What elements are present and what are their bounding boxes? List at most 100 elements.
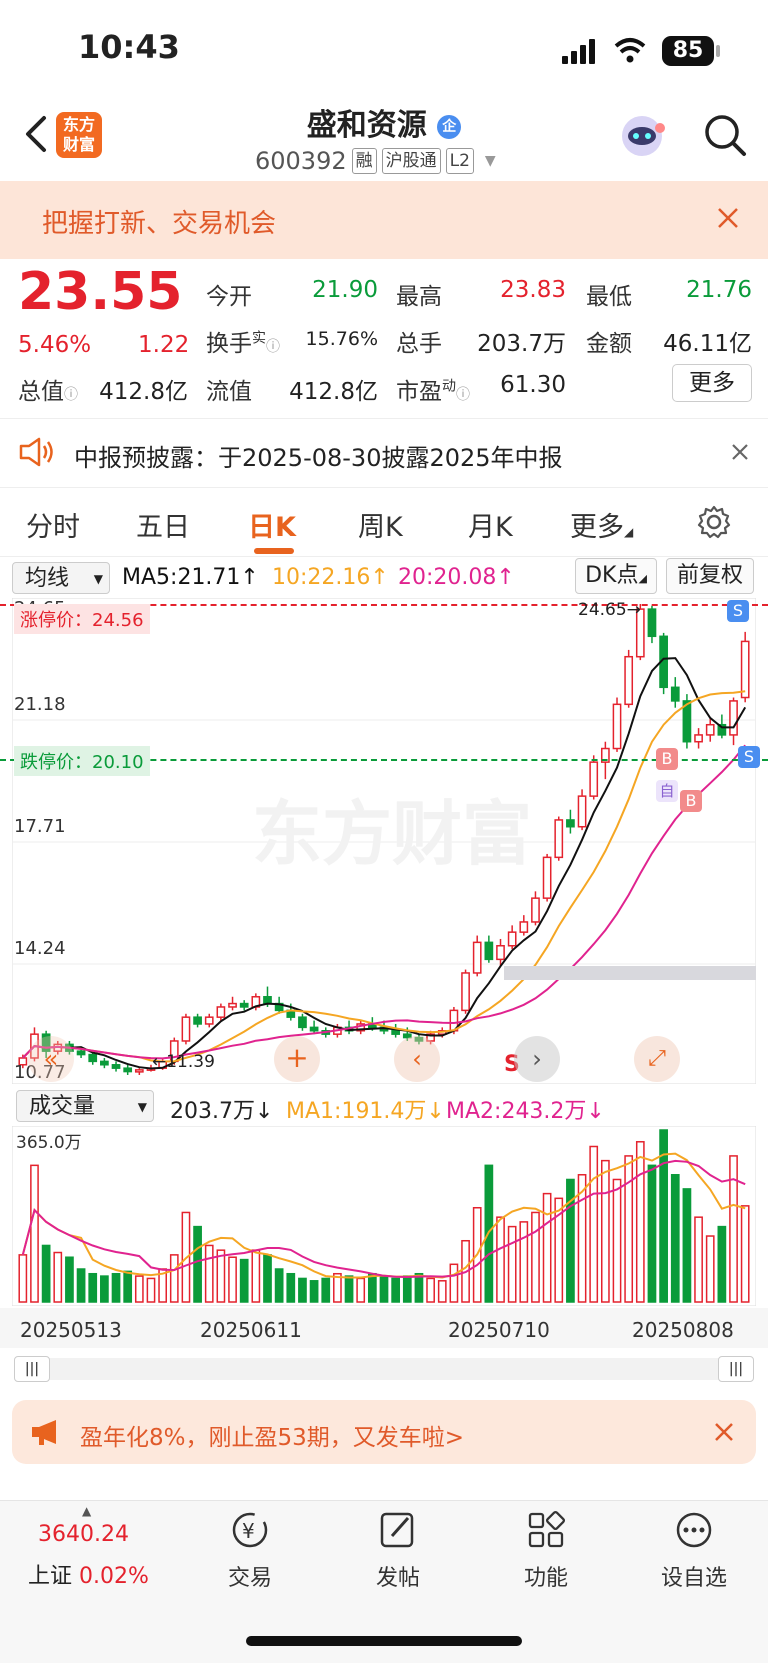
volume-bar[interactable] bbox=[601, 1159, 610, 1303]
nav-trade[interactable]: ¥ 交易 bbox=[200, 1510, 300, 1592]
volume-bar[interactable] bbox=[30, 1164, 39, 1303]
volume-bar[interactable] bbox=[519, 1221, 529, 1303]
volume-bar[interactable] bbox=[682, 1188, 692, 1303]
volume-bar[interactable] bbox=[123, 1270, 133, 1303]
volume-bar[interactable] bbox=[53, 1251, 63, 1303]
candle[interactable] bbox=[729, 700, 738, 736]
volume-bar[interactable] bbox=[193, 1225, 202, 1303]
notice-text[interactable]: 中报预披露：于2025-08-30披露2025年中报 bbox=[74, 438, 563, 473]
volume-bar[interactable] bbox=[321, 1277, 331, 1303]
candle[interactable] bbox=[134, 1069, 144, 1073]
volume-bar[interactable] bbox=[449, 1263, 459, 1303]
index-quote[interactable]: 上证 0.02% bbox=[28, 1558, 149, 1590]
candle[interactable] bbox=[740, 640, 750, 699]
volume-selector[interactable]: 成交量 ▼ bbox=[16, 1090, 154, 1122]
candle[interactable] bbox=[566, 819, 575, 828]
candle[interactable] bbox=[123, 1067, 133, 1073]
candle[interactable] bbox=[309, 1026, 319, 1032]
candle[interactable] bbox=[263, 996, 272, 1005]
volume-bar[interactable] bbox=[729, 1155, 738, 1303]
volume-bar[interactable] bbox=[344, 1275, 354, 1303]
candle[interactable] bbox=[391, 1030, 401, 1035]
robot-assistant-icon[interactable] bbox=[616, 112, 668, 160]
previous-icon[interactable]: ‹ bbox=[394, 1036, 440, 1082]
buy-signal-badge[interactable]: B bbox=[656, 748, 678, 770]
volume-bar[interactable] bbox=[740, 1205, 750, 1303]
tab-intraday[interactable]: 分时 bbox=[26, 505, 80, 544]
kline-chart[interactable]: 东方财富 bbox=[12, 598, 756, 1084]
volume-bar[interactable] bbox=[612, 1178, 622, 1303]
volume-bar[interactable] bbox=[169, 1254, 179, 1303]
candle[interactable] bbox=[484, 941, 494, 961]
tab-more[interactable]: 更多◢ bbox=[570, 505, 633, 544]
ma-selector[interactable]: 均线 ▼ bbox=[12, 562, 110, 594]
rewind-icon[interactable]: « bbox=[28, 1036, 74, 1082]
candle[interactable] bbox=[670, 686, 680, 702]
candle[interactable] bbox=[204, 1016, 214, 1025]
volume-bar[interactable] bbox=[18, 1254, 28, 1303]
candle[interactable] bbox=[647, 608, 657, 638]
volume-bar[interactable] bbox=[134, 1275, 144, 1303]
volume-bar[interactable] bbox=[356, 1277, 366, 1303]
close-icon[interactable] bbox=[712, 1420, 736, 1444]
candle[interactable] bbox=[216, 1006, 226, 1018]
candle[interactable] bbox=[100, 1060, 109, 1066]
volume-bar[interactable] bbox=[624, 1155, 634, 1303]
volume-bar[interactable] bbox=[100, 1275, 109, 1303]
candle[interactable] bbox=[298, 1016, 307, 1029]
volume-bar[interactable] bbox=[414, 1272, 424, 1303]
zoom-in-icon[interactable]: + bbox=[274, 1036, 320, 1082]
volume-bar[interactable] bbox=[309, 1280, 319, 1303]
volume-chart[interactable] bbox=[12, 1126, 756, 1306]
volume-bar[interactable] bbox=[263, 1254, 272, 1303]
volume-bar[interactable] bbox=[496, 1216, 505, 1303]
info-icon[interactable]: ⓘ bbox=[64, 387, 78, 403]
self-select-badge[interactable]: 自 bbox=[656, 780, 678, 802]
volume-bar[interactable] bbox=[391, 1277, 401, 1303]
volume-bar[interactable] bbox=[717, 1225, 727, 1303]
volume-bar[interactable] bbox=[65, 1256, 74, 1303]
volume-bar[interactable] bbox=[239, 1258, 249, 1303]
search-icon[interactable] bbox=[702, 112, 748, 158]
volume-bar[interactable] bbox=[286, 1272, 296, 1303]
candle[interactable] bbox=[624, 655, 634, 706]
volume-bar[interactable] bbox=[402, 1275, 412, 1303]
volume-bar[interactable] bbox=[367, 1272, 377, 1303]
ad-text[interactable]: 盈年化8%，刚止盈53期，又发车啦> bbox=[80, 1418, 464, 1452]
candle[interactable] bbox=[239, 1002, 249, 1008]
volume-bar[interactable] bbox=[705, 1235, 715, 1303]
caret-up-icon[interactable]: ▲ bbox=[82, 1504, 91, 1518]
candle[interactable] bbox=[472, 941, 482, 974]
next-icon[interactable]: › bbox=[514, 1036, 560, 1082]
volume-bar[interactable] bbox=[204, 1244, 214, 1303]
volume-bar[interactable] bbox=[146, 1277, 156, 1303]
sell-signal-badge[interactable]: S bbox=[738, 746, 760, 768]
volume-bar[interactable] bbox=[647, 1164, 657, 1303]
tab-monthly-k[interactable]: 月K bbox=[468, 505, 513, 544]
adjust-button[interactable]: 前复权 bbox=[666, 558, 754, 594]
candle[interactable] bbox=[88, 1053, 98, 1063]
volume-bar[interactable] bbox=[298, 1277, 307, 1303]
range-handle-right[interactable]: ||| bbox=[718, 1356, 754, 1382]
volume-bar[interactable] bbox=[88, 1272, 98, 1303]
close-icon[interactable] bbox=[716, 206, 740, 230]
nav-post[interactable]: 发帖 bbox=[348, 1510, 448, 1592]
settings-gear-icon[interactable] bbox=[696, 504, 732, 540]
buy-signal-badge[interactable]: B bbox=[680, 790, 702, 812]
volume-bar[interactable] bbox=[635, 1141, 645, 1303]
candle[interactable] bbox=[76, 1050, 86, 1056]
volume-bar[interactable] bbox=[379, 1275, 389, 1303]
promo-text[interactable]: 把握打新、交易机会 bbox=[42, 203, 276, 240]
volume-bar[interactable] bbox=[542, 1192, 552, 1303]
volume-bar[interactable] bbox=[216, 1249, 226, 1303]
tab-weekly-k[interactable]: 周K bbox=[358, 505, 403, 544]
candle[interactable] bbox=[496, 945, 505, 961]
candle[interactable] bbox=[519, 921, 529, 933]
volume-bar[interactable] bbox=[670, 1174, 680, 1303]
volume-bar[interactable] bbox=[507, 1225, 517, 1303]
volume-bar[interactable] bbox=[41, 1244, 51, 1303]
range-scrollbar[interactable] bbox=[14, 1358, 754, 1380]
candle[interactable] bbox=[111, 1064, 121, 1069]
candle[interactable] bbox=[542, 856, 552, 899]
candle[interactable] bbox=[193, 1016, 202, 1025]
